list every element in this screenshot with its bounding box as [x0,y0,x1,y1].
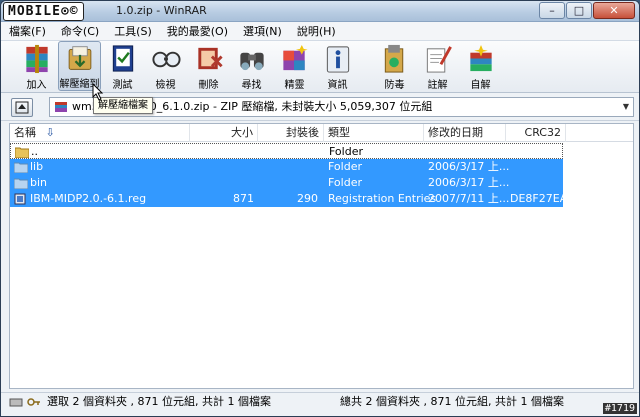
minimize-button[interactable]: – [539,2,565,19]
sfx-label: 自解 [470,80,491,91]
sort-arrow-icon: ⇩ [45,126,55,139]
drive-icon [9,398,23,407]
folder-icon [14,162,28,173]
menu-tools[interactable]: 工具(S) [114,23,152,39]
winrar-window: MOBILE⊙© 1.0.zip - WinRAR – □ ✕ 檔案(F) 命令… [0,0,640,417]
menu-favorites[interactable]: 我的最愛(O) [167,23,228,39]
extract-to-icon [68,46,91,70]
virus-scan-icon [384,44,403,73]
file-list[interactable]: 名稱 ⇩ 大小 封裝後 類型 修改的日期 CRC32 .. Folder lib… [9,123,634,389]
status-bar: 選取 2 個資料夾 , 871 位元組, 共計 1 個檔案 總共 2 個資料夾 … [1,392,639,411]
file-row-lib[interactable]: lib Folder 2006/3/17 上... [10,159,563,175]
menu-file[interactable]: 檔案(F) [9,23,46,39]
key-icon [27,398,40,406]
delete-label: 刪除 [198,80,219,91]
status-selection: 選取 2 個資料夾 , 871 位元組, 共計 1 個檔案 [47,395,271,408]
comment-icon [426,46,452,73]
status-total: 總共 2 個資料夾 , 871 位元組, 共計 1 個檔案 [340,395,564,408]
watermark-logo: MOBILE⊙© [3,2,84,21]
add-button[interactable]: 加入 [15,41,58,91]
wizard-label: 精靈 [284,80,305,91]
mouse-cursor-icon [92,83,104,101]
find-button[interactable]: 尋找 [230,41,273,91]
test-icon [112,45,133,72]
registry-file-icon [14,193,26,205]
column-type[interactable]: 類型 [324,124,424,142]
info-icon [326,46,349,73]
menu-commands[interactable]: 命令(C) [61,23,99,39]
view-icon [151,51,181,68]
dropdown-arrow-icon[interactable]: ▼ [623,98,629,116]
column-crc32[interactable]: CRC32 [506,124,566,142]
menu-bar: 檔案(F) 命令(C) 工具(S) 我的最愛(O) 選項(N) 說明(H) [1,22,639,40]
maximize-button[interactable]: □ [566,2,592,19]
path-text: 20_6.1.0.zip - ZIP 壓縮檔, 未封裝大小 5,059,307 … [142,100,433,113]
wizard-icon [282,44,308,71]
menu-options[interactable]: 選項(N) [243,23,282,39]
close-button[interactable]: ✕ [593,2,635,19]
column-size[interactable]: 大小 [190,124,258,142]
add-label: 加入 [26,80,47,91]
column-headers: 名稱 ⇩ 大小 封裝後 類型 修改的日期 CRC32 [10,124,633,142]
up-folder-button[interactable] [11,98,33,117]
delete-icon [197,47,223,70]
title-bar[interactable]: MOBILE⊙© 1.0.zip - WinRAR – □ ✕ [1,1,639,22]
column-modified[interactable]: 修改的日期 [424,124,506,142]
sfx-button[interactable]: 自解 [459,41,502,91]
test-label: 測試 [112,80,133,91]
add-archive-icon [25,44,48,74]
menu-help[interactable]: 說明(H) [297,23,336,39]
up-arrow-icon [15,101,29,114]
find-icon [239,52,264,71]
file-row-parent[interactable]: .. Folder [10,143,563,159]
comment-label: 註解 [427,80,448,91]
info-button[interactable]: 資訊 [316,41,359,91]
zip-archive-icon [55,102,67,112]
folder-icon [14,178,28,189]
test-button[interactable]: 測試 [101,41,144,91]
file-row-reg[interactable]: IBM-MIDP2.0.-6.1.reg 871 290 Registratio… [10,191,567,207]
column-name[interactable]: 名稱 ⇩ [10,124,190,142]
window-title: 1.0.zip - WinRAR [116,4,207,17]
wizard-button[interactable]: 精靈 [273,41,316,91]
virus-scan-label: 防毒 [384,80,405,91]
sfx-icon [469,44,492,72]
comment-button[interactable]: 註解 [416,41,459,91]
view-label: 檢視 [155,80,176,91]
column-packed[interactable]: 封裝後 [258,124,324,142]
info-label: 資訊 [327,80,348,91]
delete-button[interactable]: 刪除 [187,41,230,91]
file-row-bin[interactable]: bin Folder 2006/3/17 上... [10,175,563,191]
folder-up-icon [15,147,29,158]
virus-scan-button[interactable]: 防毒 [373,41,416,91]
find-label: 尋找 [241,80,262,91]
view-button[interactable]: 檢視 [144,41,187,91]
corner-watermark: #1719 [602,403,637,414]
